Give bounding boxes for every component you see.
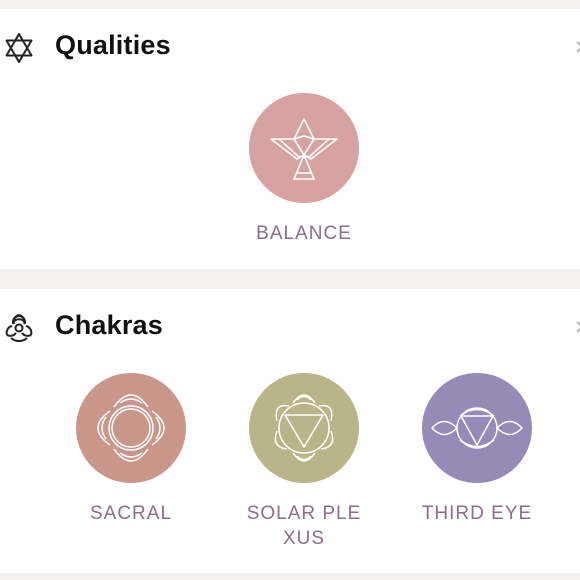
balance-circle <box>249 93 359 203</box>
section-title: Qualities <box>55 30 171 60</box>
chakras-header[interactable]: Chakras <box>0 289 580 367</box>
chakra-item-sacral[interactable]: SACRAL <box>51 373 211 526</box>
chakra-item-third-eye[interactable]: THIRD EYE <box>397 373 557 526</box>
sacral-circle <box>76 373 186 483</box>
sacral-chakra-icon <box>97 394 165 462</box>
section-title: Chakras <box>55 310 163 340</box>
qualities-section: Qualities BALANCE <box>0 9 580 269</box>
third-eye-circle <box>422 373 532 483</box>
star-of-david-icon <box>5 33 33 63</box>
chevron-right-icon[interactable] <box>576 321 580 333</box>
item-label: THIRD EYE <box>421 503 533 524</box>
qualities-header[interactable]: Qualities <box>0 9 580 87</box>
solar-plexus-chakra-icon <box>274 394 334 462</box>
third-eye-chakra-icon <box>431 407 523 449</box>
chakras-section: Chakras SACRAL SOLAR PLEXUS THIRD EYE <box>0 289 580 573</box>
chevron-right-icon[interactable] <box>576 41 580 53</box>
item-label: BALANCE <box>256 223 352 244</box>
biohazard-icon <box>5 314 33 342</box>
bird-icon <box>270 118 338 180</box>
quality-item-balance[interactable]: BALANCE <box>224 93 384 246</box>
chakra-item-solar-plexus[interactable]: SOLAR PLEXUS <box>224 373 384 551</box>
item-label: SOLAR PLEXUS <box>246 503 362 549</box>
item-label: SACRAL <box>89 503 173 524</box>
solar-plexus-circle <box>249 373 359 483</box>
